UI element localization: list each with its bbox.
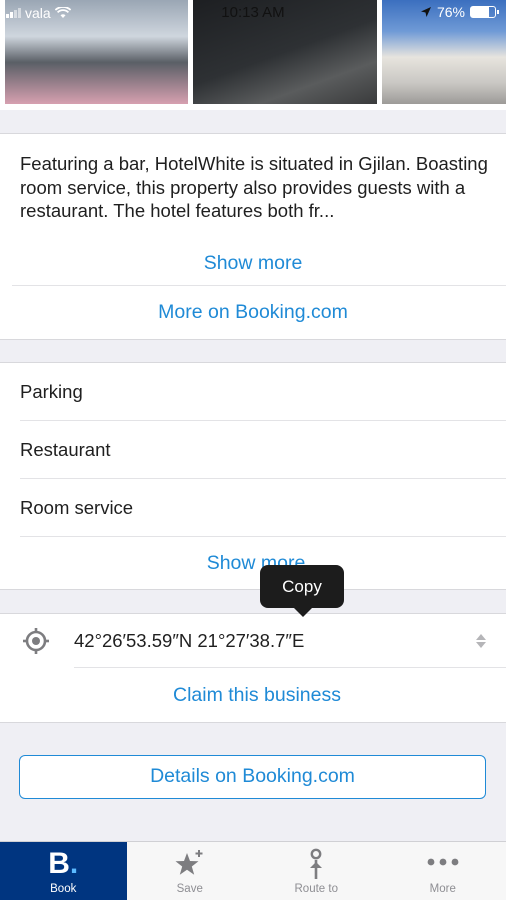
facility-room-service: Room service bbox=[20, 497, 134, 518]
booking-b-icon: B. bbox=[48, 847, 79, 880]
description-section: Featuring a bar, HotelWhite is situated … bbox=[0, 133, 506, 340]
tab-label: Route to bbox=[294, 883, 338, 895]
claim-business-link[interactable]: Claim this business bbox=[4, 684, 506, 707]
tab-save[interactable]: Save bbox=[127, 842, 254, 900]
coordinates-text[interactable]: 42°26′53.59″N 21°27′38.7″E bbox=[74, 630, 304, 652]
location-target-icon bbox=[23, 628, 49, 654]
show-more-facilities-button[interactable]: Show more bbox=[3, 552, 506, 575]
divider bbox=[12, 285, 506, 286]
route-pin-icon bbox=[310, 848, 323, 879]
divider bbox=[20, 420, 506, 421]
divider bbox=[74, 667, 506, 668]
tab-book[interactable]: B. Book bbox=[0, 842, 127, 900]
facilities-section: Parking Restaurant Room service Show mor… bbox=[0, 362, 506, 590]
status-right: 76% bbox=[420, 4, 499, 20]
tab-more[interactable]: More bbox=[380, 842, 506, 900]
divider bbox=[20, 536, 506, 537]
tab-label: Save bbox=[176, 883, 203, 895]
battery-percent: 76% bbox=[436, 4, 465, 20]
more-dots-icon bbox=[427, 858, 459, 866]
copy-tooltip[interactable]: Copy bbox=[260, 565, 344, 617]
tab-label: Book bbox=[50, 883, 77, 895]
tab-route-to[interactable]: Route to bbox=[253, 842, 380, 900]
show-more-description-button[interactable]: Show more bbox=[0, 252, 506, 275]
facility-restaurant: Restaurant bbox=[20, 439, 111, 460]
tab-label: More bbox=[429, 883, 456, 895]
status-bar: vala 10:13 AM 76% bbox=[0, 0, 506, 26]
facility-parking: Parking bbox=[20, 381, 83, 402]
location-arrow-icon bbox=[420, 7, 431, 17]
details-on-booking-button[interactable]: Details on Booking.com bbox=[19, 755, 486, 799]
hotel-description: Featuring a bar, HotelWhite is situated … bbox=[20, 153, 488, 221]
location-section: 42°26′53.59″N 21°27′38.7″E Claim this bu… bbox=[0, 613, 506, 723]
more-on-booking-link[interactable]: More on Booking.com bbox=[0, 301, 506, 324]
tab-bar: B. Book Save Route to More bbox=[0, 841, 506, 900]
divider bbox=[20, 478, 506, 479]
star-plus-icon bbox=[175, 850, 203, 875]
format-toggle-icon[interactable] bbox=[474, 632, 488, 650]
battery-icon bbox=[470, 6, 499, 18]
